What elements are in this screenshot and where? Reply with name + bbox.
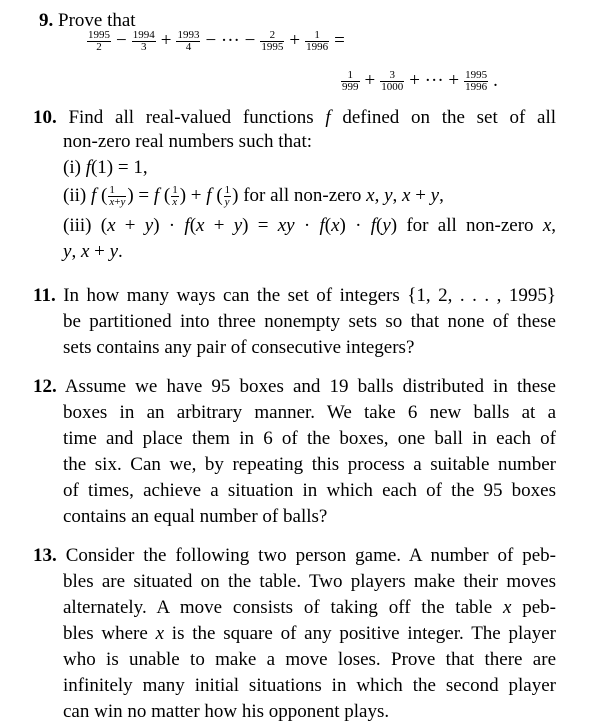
- denominator: 1996: [465, 81, 488, 94]
- fraction: 1 999: [341, 70, 360, 93]
- equation-line-1: 1995 2−1994 3 +1993 4− ··· −2 1995 +1 1996 =: [86, 30, 349, 53]
- problem-12-line-1: 12. Assume we have 95 boxes and 19 balls…: [33, 375, 556, 399]
- operator: + ··· +: [409, 70, 460, 91]
- problem-text-line: non-zero real numbers such that:: [63, 131, 313, 152]
- operator: +: [289, 30, 301, 51]
- problem-text: Prove that: [58, 10, 136, 31]
- fraction: 1995 2: [87, 30, 111, 53]
- equation-line-2: 1 999 +3 1000 + ··· +1995 1996.: [340, 70, 502, 93]
- condition-iii: (iii) (x + y) · f(x + y) = xy · f(x) · f…: [63, 215, 556, 236]
- problem-text-line: who is unable to make a move loses. Prov…: [63, 649, 556, 670]
- problem-number: 11.: [33, 285, 56, 306]
- denominator: 1995: [261, 41, 284, 54]
- problem-text-line: sets contains any pair of consecutive in…: [63, 337, 415, 358]
- problem-11-line-1: 11. In how many ways can the set of inte…: [33, 284, 556, 308]
- condition-ii: (ii) f (1 x+y) = f (1 x) + f (1 y) for all …: [63, 184, 444, 209]
- fraction: 2 1995: [260, 30, 285, 54]
- problem-number: 9.: [39, 10, 54, 31]
- problem-text-line: boxes in an arbitrary manner. We take 6 …: [63, 402, 556, 423]
- denominator: 4: [185, 41, 192, 54]
- problem-text-line: Consider the following two person game. …: [65, 545, 557, 566]
- operator: =: [334, 30, 345, 51]
- problem-10-line-1: 10. Find all real-valued functions f def…: [33, 107, 557, 128]
- problem-number: 13.: [33, 545, 57, 566]
- problem-text-line: contains an equal number of balls?: [63, 506, 328, 527]
- problem-text-line: can win no matter how his opponent plays…: [63, 701, 390, 722]
- problem-text-line: bles where x is the square of any positi…: [63, 623, 556, 644]
- problem-text-line: bles are situated on the table. Two play…: [63, 571, 556, 592]
- fraction: 3 1000: [380, 70, 405, 94]
- operator: +: [364, 70, 376, 91]
- condition-iii-cont: y, x + y.: [63, 241, 123, 262]
- fraction: 1995 1996: [464, 70, 489, 94]
- problem-text-line: Assume we have 95 boxes and 19 balls dis…: [64, 376, 556, 397]
- denominator: 3: [140, 41, 147, 54]
- fraction: 1 1996: [305, 30, 330, 54]
- fraction: 1994 3: [131, 30, 156, 54]
- denominator: 1996: [306, 41, 329, 54]
- denominator: 1000: [381, 81, 404, 94]
- problem-number: 12.: [33, 376, 57, 397]
- problem-text-line: be partitioned into three nonempty sets …: [63, 311, 556, 332]
- problem-13-line-1: 13. Consider the following two person ga…: [33, 544, 556, 568]
- problem-text-line: of times, achieve a situation in which e…: [63, 480, 556, 501]
- denominator: 2: [96, 41, 102, 54]
- operator: +: [160, 30, 172, 51]
- condition-i: (i) f(1) = 1,: [63, 157, 148, 178]
- denominator: 999: [342, 81, 359, 94]
- problem-text-line: time and place them in 6 of the boxes, o…: [63, 428, 556, 449]
- operator: −: [116, 30, 127, 51]
- problem-number: 10.: [33, 107, 57, 128]
- fraction: 1993 4: [176, 30, 201, 54]
- operator: − ··· −: [205, 30, 256, 51]
- problem-text-line: In how many ways can the set of integers…: [63, 285, 556, 306]
- operator: .: [493, 70, 498, 91]
- problem-text-line: infinitely many initial situations in wh…: [63, 675, 556, 696]
- problem-text-line: alternately. A move consists of taking o…: [63, 597, 556, 618]
- problem-text-line: the six. Can we, by repeating this proce…: [63, 454, 556, 475]
